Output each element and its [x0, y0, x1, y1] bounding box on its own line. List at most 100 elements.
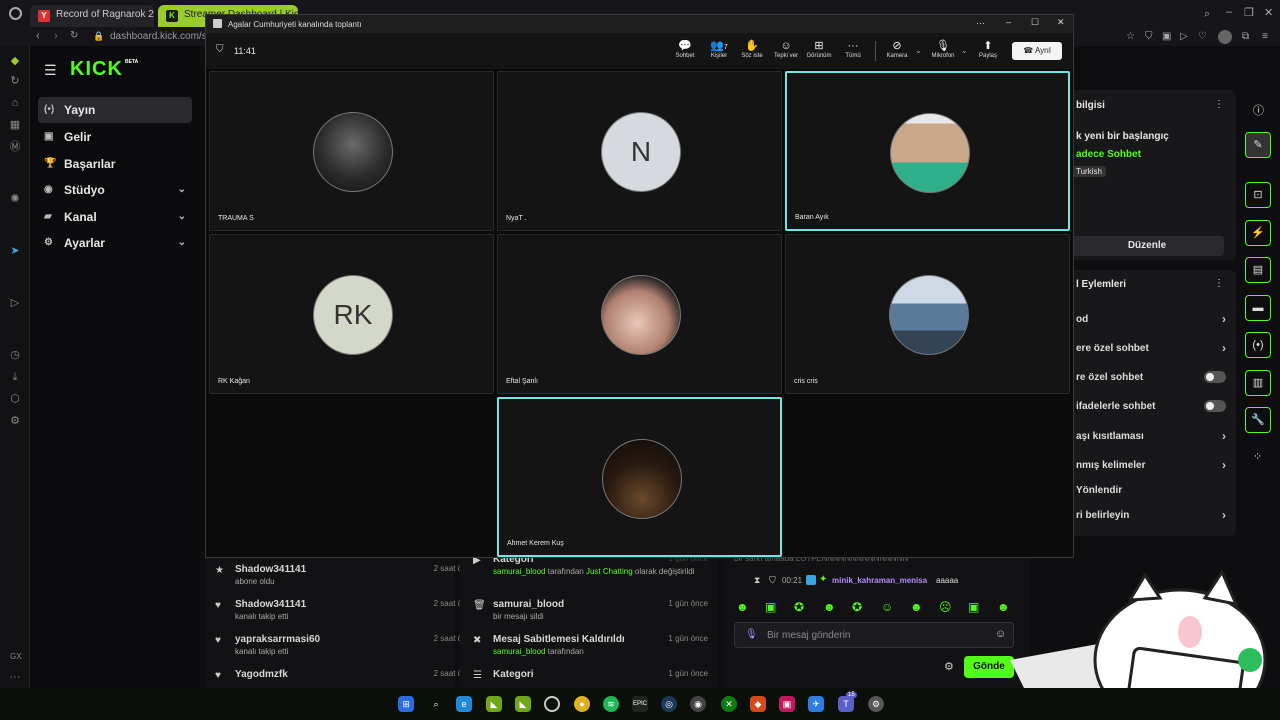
- leave-button[interactable]: ☎ Ayrıl: [1012, 42, 1062, 60]
- camera-dropdown-chevron-icon[interactable]: ⌄: [915, 46, 922, 55]
- stream-category[interactable]: adece Sohbet: [1076, 149, 1141, 160]
- participant-tile[interactable]: Eftal Şanlı: [497, 234, 782, 394]
- emote-icon[interactable]: ☺: [881, 600, 893, 614]
- info-icon[interactable]: ⓘ: [1253, 102, 1264, 118]
- microphone-icon[interactable]: 🎙: [745, 629, 758, 640]
- sidebar-download-icon[interactable]: ⤓: [8, 370, 22, 384]
- wrench-icon[interactable]: 🔧: [1245, 407, 1271, 433]
- more-options-icon[interactable]: ···: [976, 18, 985, 28]
- browser-tab-1[interactable]: Y Record of Ragnarok 2. Se: [30, 5, 154, 27]
- broadcast-icon[interactable]: (•): [1245, 332, 1271, 358]
- toolbar-share-button[interactable]: ⬆ Paylaş: [971, 39, 1005, 59]
- message-user[interactable]: minik_kahraman_menisa: [832, 576, 927, 585]
- teams-icon[interactable]: T: [838, 696, 854, 712]
- emote-icon[interactable]: ☻: [823, 600, 836, 614]
- action-row[interactable]: ifadelerle sohbet: [1076, 400, 1232, 412]
- emote-icon[interactable]: ☻: [736, 600, 749, 614]
- toolbar-people-button[interactable]: 👥7 Kişiler: [702, 39, 736, 59]
- log-user[interactable]: samurai_blood: [493, 647, 545, 656]
- sidebar-green-icon[interactable]: ◆: [8, 54, 22, 68]
- log-user[interactable]: samurai_blood: [493, 567, 545, 576]
- mic-dropdown-chevron-icon[interactable]: ⌄: [961, 46, 968, 55]
- screenshot-icon[interactable]: ⊡: [1245, 182, 1271, 208]
- sidebar-telegram-icon[interactable]: ➤: [8, 244, 22, 258]
- sidebar-m-icon[interactable]: Ⓜ: [8, 140, 22, 154]
- close-icon[interactable]: ✕: [1264, 6, 1273, 19]
- action-row[interactable]: Yönlendir: [1076, 485, 1232, 496]
- profile-avatar[interactable]: [1218, 30, 1232, 44]
- emote-icon[interactable]: ▣: [765, 600, 776, 614]
- participant-tile[interactable]: N NyaT .: [497, 71, 782, 231]
- sidebar-history-icon[interactable]: ◷: [8, 348, 22, 362]
- nav-item-gelir[interactable]: ▣ Gelir: [38, 124, 192, 150]
- participant-tile-speaking[interactable]: Baran Ayık: [785, 71, 1070, 231]
- chat-icon[interactable]: ▬: [1245, 295, 1271, 321]
- document-icon[interactable]: ▤: [1245, 257, 1271, 283]
- emote-icon[interactable]: ▣: [968, 600, 979, 614]
- app-icon[interactable]: ⚙: [868, 696, 884, 712]
- app-icon[interactable]: ◉: [690, 696, 706, 712]
- sidebar-chatgpt-icon[interactable]: ✺: [8, 192, 22, 206]
- toolbar-react-button[interactable]: ☺ Tepki ver: [769, 39, 803, 59]
- url-text[interactable]: dashboard.kick.com/st: [110, 31, 210, 42]
- sidebar-news-icon[interactable]: ▦: [8, 118, 22, 132]
- menu-icon[interactable]: ≡: [1262, 31, 1268, 42]
- close-icon[interactable]: ✕: [1057, 17, 1065, 28]
- participant-tile[interactable]: TRAUMA S: [209, 71, 494, 231]
- participant-tile-speaking[interactable]: Ahmet Kerem Kuş: [497, 397, 782, 557]
- toolbar-camera-button[interactable]: ⊘ Kamera: [880, 39, 914, 59]
- action-row[interactable]: nmış kelimeler ›: [1076, 458, 1232, 472]
- toolbar-more-button[interactable]: ··· Tümü: [836, 39, 870, 59]
- sidebar-extensions-icon[interactable]: ⬡: [8, 392, 22, 406]
- app-icon[interactable]: ▣: [779, 696, 795, 712]
- emote-icon[interactable]: ☹: [939, 600, 952, 614]
- maximize-icon[interactable]: ☐: [1031, 17, 1039, 28]
- camera-icon[interactable]: ▣: [1162, 31, 1171, 42]
- minimize-icon[interactable]: –: [1006, 17, 1011, 27]
- nvidia-app-icon[interactable]: ◣: [515, 696, 531, 712]
- panel-menu-icon[interactable]: ⋮: [1214, 278, 1224, 289]
- sidebar-more-icon[interactable]: ···: [8, 670, 22, 684]
- action-row[interactable]: aşı kısıtlaması ›: [1076, 429, 1232, 443]
- kick-logo[interactable]: KICK: [70, 58, 123, 81]
- emote-icon[interactable]: ✪: [852, 600, 862, 614]
- edge-icon[interactable]: e: [456, 696, 472, 712]
- heart-icon[interactable]: ♡: [1198, 31, 1207, 42]
- chat-input[interactable]: 🎙 Bir mesaj gönderin ☺: [734, 622, 1014, 648]
- nav-item-studyo[interactable]: ◉ Stüdyo ⌄: [38, 177, 192, 203]
- app-icon[interactable]: ✈: [808, 696, 824, 712]
- layout-icon[interactable]: ▥: [1245, 370, 1271, 396]
- toggle-switch[interactable]: [1204, 371, 1226, 383]
- edit-button[interactable]: Düzenle: [1070, 236, 1224, 256]
- toolbar-raise-hand-button[interactable]: ✋ Söz iste: [735, 39, 769, 59]
- epic-games-icon[interactable]: EPIC: [632, 696, 648, 712]
- search-icon[interactable]: ⌕: [428, 696, 444, 712]
- nav-item-yayin[interactable]: (•) Yayın: [38, 97, 192, 123]
- shield-icon[interactable]: ⛉: [1145, 31, 1153, 42]
- xbox-icon[interactable]: ✕: [721, 696, 737, 712]
- chat-settings-icon[interactable]: ⚙: [944, 660, 954, 673]
- sidebar-settings-icon[interactable]: ⚙: [8, 414, 22, 428]
- nav-item-ayarlar[interactable]: ⚙ Ayarlar ⌄: [38, 230, 192, 256]
- panel-menu-icon[interactable]: ⋮: [1214, 99, 1224, 110]
- participant-tile[interactable]: RK RK Kağan: [209, 234, 494, 394]
- participant-tile[interactable]: cris cris: [785, 234, 1070, 394]
- edit-icon[interactable]: ✎: [1245, 132, 1271, 158]
- back-icon[interactable]: ‹: [36, 30, 40, 42]
- search-icon[interactable]: ⌕: [1204, 8, 1210, 21]
- nvidia-icon[interactable]: ◣: [486, 696, 502, 712]
- steam-icon[interactable]: ◎: [661, 696, 677, 712]
- emote-icon[interactable]: ☻: [910, 600, 923, 614]
- opera-icon[interactable]: [544, 696, 560, 712]
- bookmark-icon[interactable]: ☆: [1126, 31, 1135, 42]
- opera-logo-icon[interactable]: [9, 7, 22, 20]
- action-row[interactable]: ere özel sohbet ›: [1076, 341, 1232, 355]
- action-row[interactable]: od ›: [1076, 312, 1232, 326]
- lightning-icon[interactable]: ⚡: [1245, 220, 1271, 246]
- log-category[interactable]: Just Chatting: [586, 567, 633, 576]
- nav-item-kanal[interactable]: ▰ Kanal ⌄: [38, 204, 192, 230]
- toggle-switch[interactable]: [1204, 400, 1226, 412]
- nav-item-basarilar[interactable]: 🏆 Başarılar: [38, 151, 192, 177]
- sidebar-player-icon[interactable]: ▷: [8, 296, 22, 310]
- apps-icon[interactable]: ⁘: [1253, 450, 1262, 463]
